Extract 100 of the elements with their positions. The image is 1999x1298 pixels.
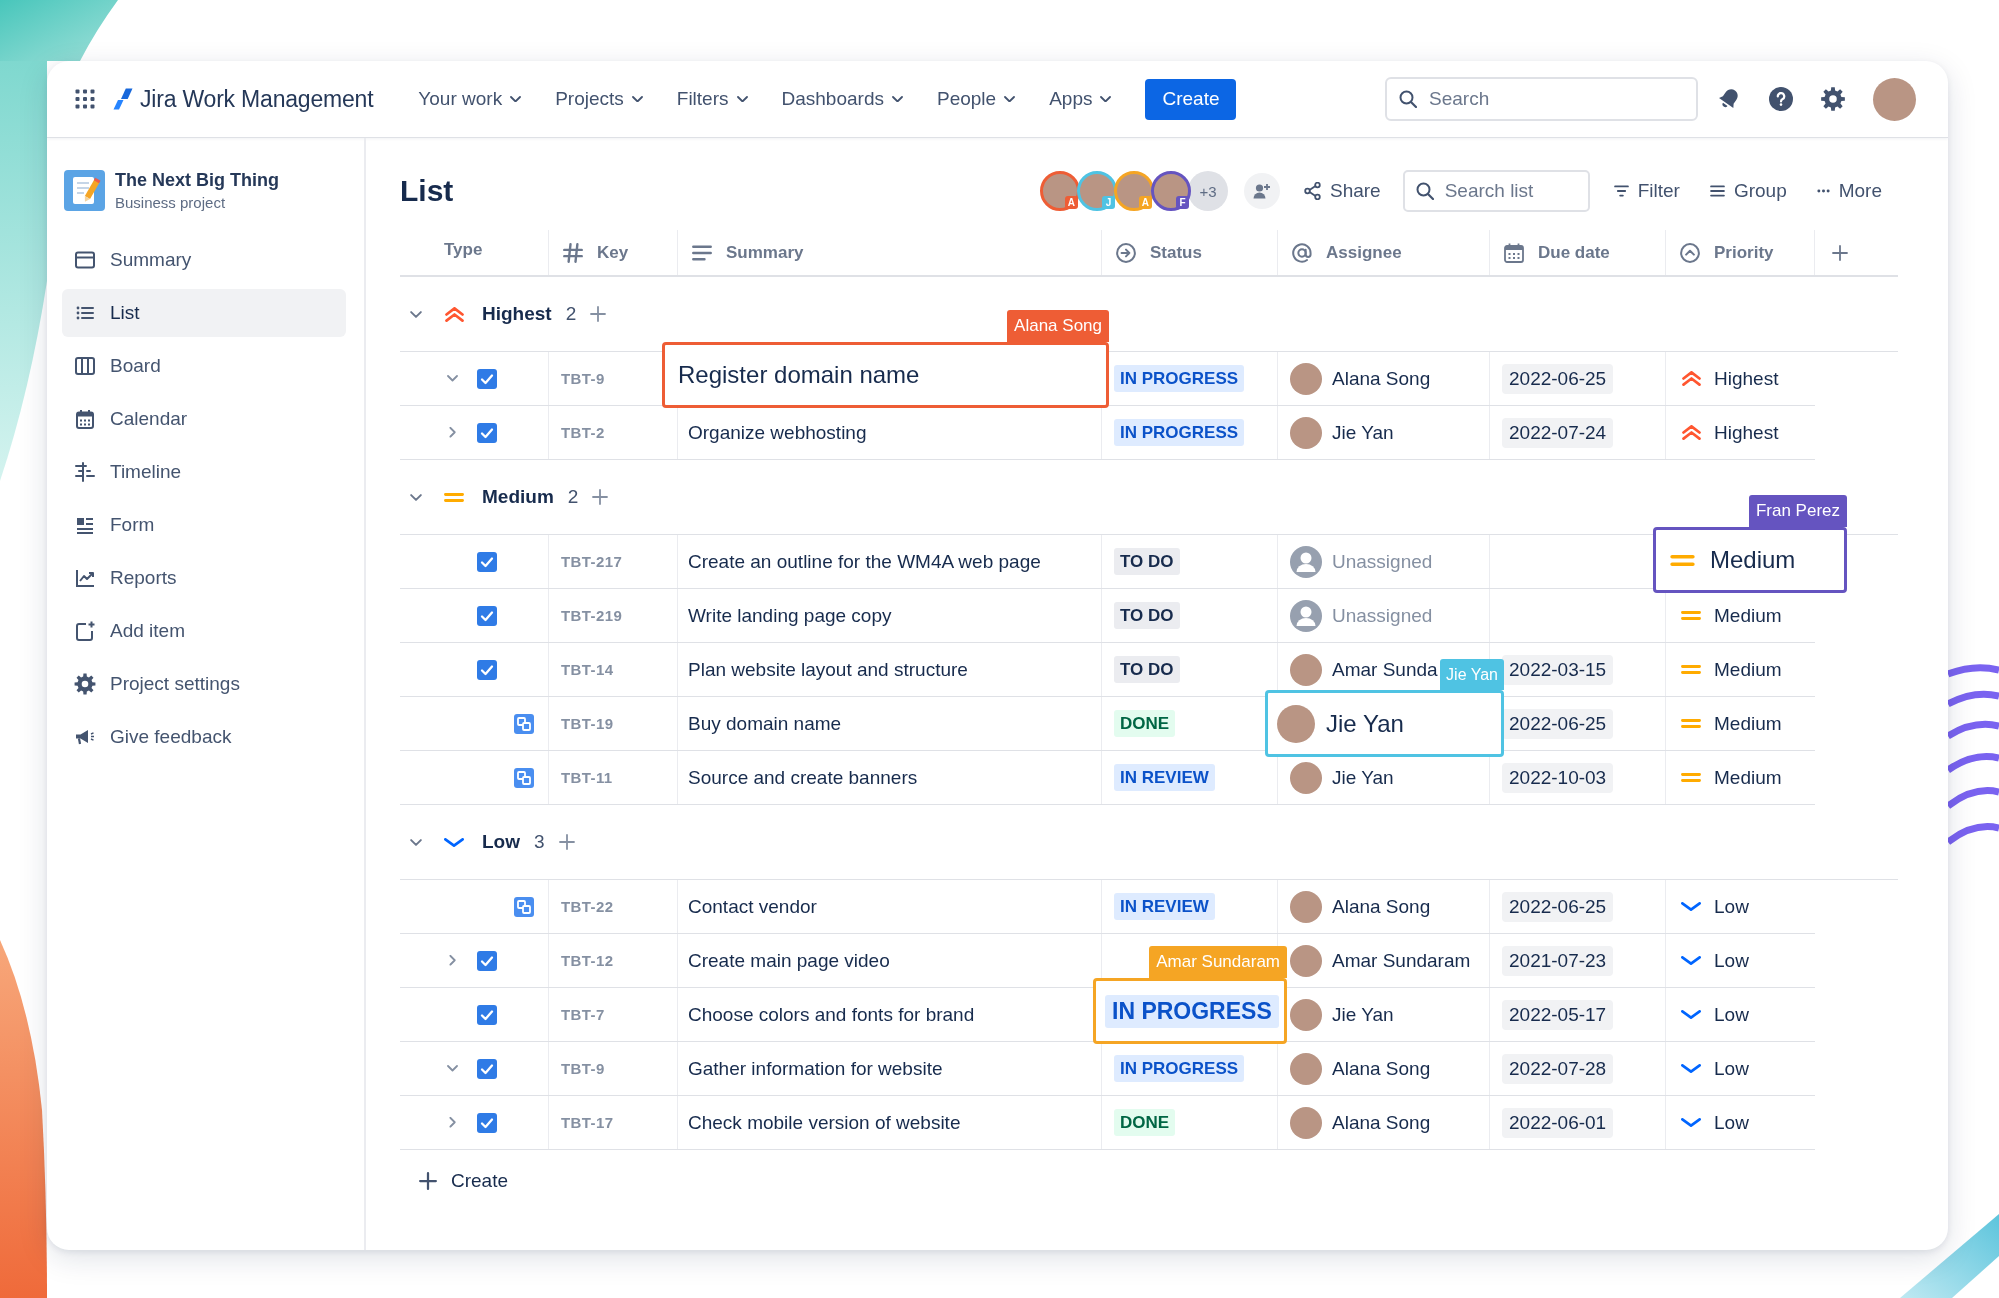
priority-label[interactable]: Low — [1714, 1057, 1749, 1080]
status-lozenge[interactable]: TO DO — [1114, 548, 1180, 575]
assignee-name[interactable]: Amar Sundaram — [1332, 949, 1471, 972]
checkbox[interactable] — [477, 551, 497, 572]
issue-summary[interactable]: Source and create banners — [688, 766, 918, 789]
issue-summary[interactable]: Choose colors and fonts for brand — [688, 1003, 975, 1026]
due-date[interactable]: 2022-07-24 — [1502, 417, 1614, 448]
status-lozenge[interactable]: IN PROGRESS — [1114, 419, 1245, 446]
chevron-down-icon[interactable] — [446, 375, 458, 382]
sidebar-item[interactable]: Calendar — [62, 395, 346, 443]
due-date[interactable]: 2022-05-17 — [1502, 999, 1614, 1030]
due-date[interactable]: 2022-06-01 — [1502, 1107, 1614, 1138]
issue-summary[interactable]: Gather information for website — [688, 1057, 943, 1080]
help-icon[interactable] — [1769, 87, 1793, 111]
priority-label[interactable]: Low — [1714, 1003, 1749, 1026]
priority-edit-field[interactable]: Medium — [1653, 527, 1847, 593]
assignee-name[interactable]: Jie Yan — [1332, 1003, 1394, 1026]
column-header[interactable]: Due date — [1538, 242, 1610, 263]
sidebar-item[interactable]: Board — [62, 342, 346, 390]
status-lozenge[interactable]: IN REVIEW — [1114, 893, 1215, 920]
issue-summary[interactable]: Check mobile version of website — [688, 1111, 961, 1134]
share-button[interactable]: Share — [1297, 172, 1387, 210]
status-lozenge[interactable]: TO DO — [1114, 656, 1180, 683]
column-header[interactable]: Priority — [1714, 242, 1774, 263]
chevron-down-icon[interactable] — [446, 1065, 458, 1072]
assignee-name[interactable]: Alana Song — [1332, 1057, 1431, 1080]
status-lozenge[interactable]: DONE — [1114, 1109, 1176, 1136]
checkbox[interactable] — [477, 368, 497, 389]
settings-icon[interactable] — [1821, 87, 1845, 111]
due-date[interactable]: 2022-06-25 — [1502, 891, 1614, 922]
column-header[interactable]: Key — [597, 242, 629, 263]
priority-label[interactable]: Low — [1714, 895, 1749, 918]
more-button[interactable]: More — [1810, 172, 1888, 210]
assignee-name[interactable]: Alana Song — [1332, 1111, 1431, 1134]
sidebar-item[interactable]: Form — [62, 501, 346, 549]
due-date[interactable]: 2022-07-28 — [1502, 1053, 1614, 1084]
checkbox[interactable] — [477, 950, 497, 971]
checkbox[interactable] — [477, 605, 497, 626]
nav-menu[interactable]: Dashboards — [781, 79, 903, 119]
column-header[interactable]: Status — [1150, 242, 1202, 263]
sidebar-item[interactable]: Reports — [62, 554, 346, 602]
checkbox[interactable] — [477, 1004, 497, 1025]
more-avatars-button[interactable]: +3 — [1187, 171, 1228, 211]
chevron-right-icon[interactable] — [448, 1117, 456, 1128]
nav-menu[interactable]: Filters — [676, 79, 748, 119]
priority-label[interactable]: Highest — [1714, 421, 1779, 444]
sidebar-item[interactable]: Give feedback — [62, 713, 346, 761]
assignee-name[interactable]: Jie Yan — [1332, 766, 1394, 789]
chevron-right-icon[interactable] — [448, 955, 456, 966]
checkbox[interactable] — [477, 1112, 497, 1133]
sidebar-item[interactable]: Summary — [62, 236, 346, 284]
assignee-name[interactable]: Jie Yan — [1332, 421, 1394, 444]
sidebar-item[interactable]: List — [62, 289, 346, 337]
priority-label[interactable]: Medium — [1714, 658, 1782, 681]
priority-label[interactable]: Low — [1714, 1111, 1749, 1134]
status-lozenge[interactable]: IN PROGRESS — [1114, 365, 1245, 392]
nav-menu[interactable]: People — [936, 79, 1016, 119]
plus-icon[interactable] — [592, 489, 609, 505]
issue-summary[interactable]: Plan website layout and structure — [688, 658, 968, 681]
due-date[interactable]: 2022-06-25 — [1502, 363, 1614, 394]
search-list-field[interactable]: Search list — [1402, 170, 1590, 212]
chevron-down-icon[interactable] — [410, 838, 422, 846]
status-lozenge[interactable]: TO DO — [1114, 602, 1180, 629]
issue-summary[interactable]: Contact vendor — [688, 895, 817, 918]
due-date[interactable]: 2022-06-25 — [1502, 708, 1614, 739]
column-header[interactable]: Assignee — [1326, 242, 1402, 263]
nav-menu[interactable]: Apps — [1049, 79, 1112, 119]
checkbox[interactable] — [477, 422, 497, 443]
summary-edit-field[interactable]: Register domain name — [662, 342, 1109, 408]
logo-icon[interactable] — [113, 88, 133, 110]
issue-summary[interactable]: Write landing page copy — [688, 604, 892, 627]
priority-label[interactable]: Highest — [1714, 367, 1779, 390]
checkbox[interactable] — [477, 659, 497, 680]
priority-label[interactable]: Medium — [1714, 604, 1782, 627]
issue-summary[interactable]: Buy domain name — [688, 712, 842, 735]
sidebar-item[interactable]: Add item — [62, 607, 346, 655]
sidebar-item[interactable]: Project settings — [62, 660, 346, 708]
assignee-name[interactable]: Alana Song — [1332, 367, 1431, 390]
checkbox[interactable] — [477, 1058, 497, 1079]
chevron-down-icon[interactable] — [410, 310, 422, 318]
status-lozenge[interactable]: DONE — [1114, 710, 1176, 737]
create-button[interactable]: Create — [1145, 78, 1237, 120]
search-field[interactable]: Search — [1385, 77, 1698, 121]
plus-icon[interactable] — [558, 834, 575, 850]
filter-button[interactable]: Filter — [1607, 172, 1686, 210]
issue-summary[interactable]: Create an outline for the WM4A web page — [688, 550, 1041, 573]
sidebar-item[interactable]: Timeline — [62, 448, 346, 496]
create-issue-button[interactable]: Create — [419, 1161, 509, 1201]
app-grid-icon[interactable] — [74, 88, 96, 110]
chevron-down-icon[interactable] — [410, 493, 422, 501]
chevron-right-icon[interactable] — [448, 427, 456, 438]
plus-icon[interactable] — [1832, 244, 1848, 261]
issue-summary[interactable]: Organize webhosting — [688, 421, 867, 444]
column-header[interactable]: Summary — [726, 242, 804, 263]
group-button[interactable]: Group — [1703, 172, 1793, 210]
assignee-name[interactable]: Amar Sunda — [1332, 658, 1438, 681]
column-header[interactable]: Type — [444, 240, 483, 260]
priority-label[interactable]: Medium — [1714, 712, 1782, 735]
status-edit-field[interactable]: IN PROGRESS — [1093, 978, 1287, 1044]
issue-summary[interactable]: Create main page video — [688, 949, 890, 972]
